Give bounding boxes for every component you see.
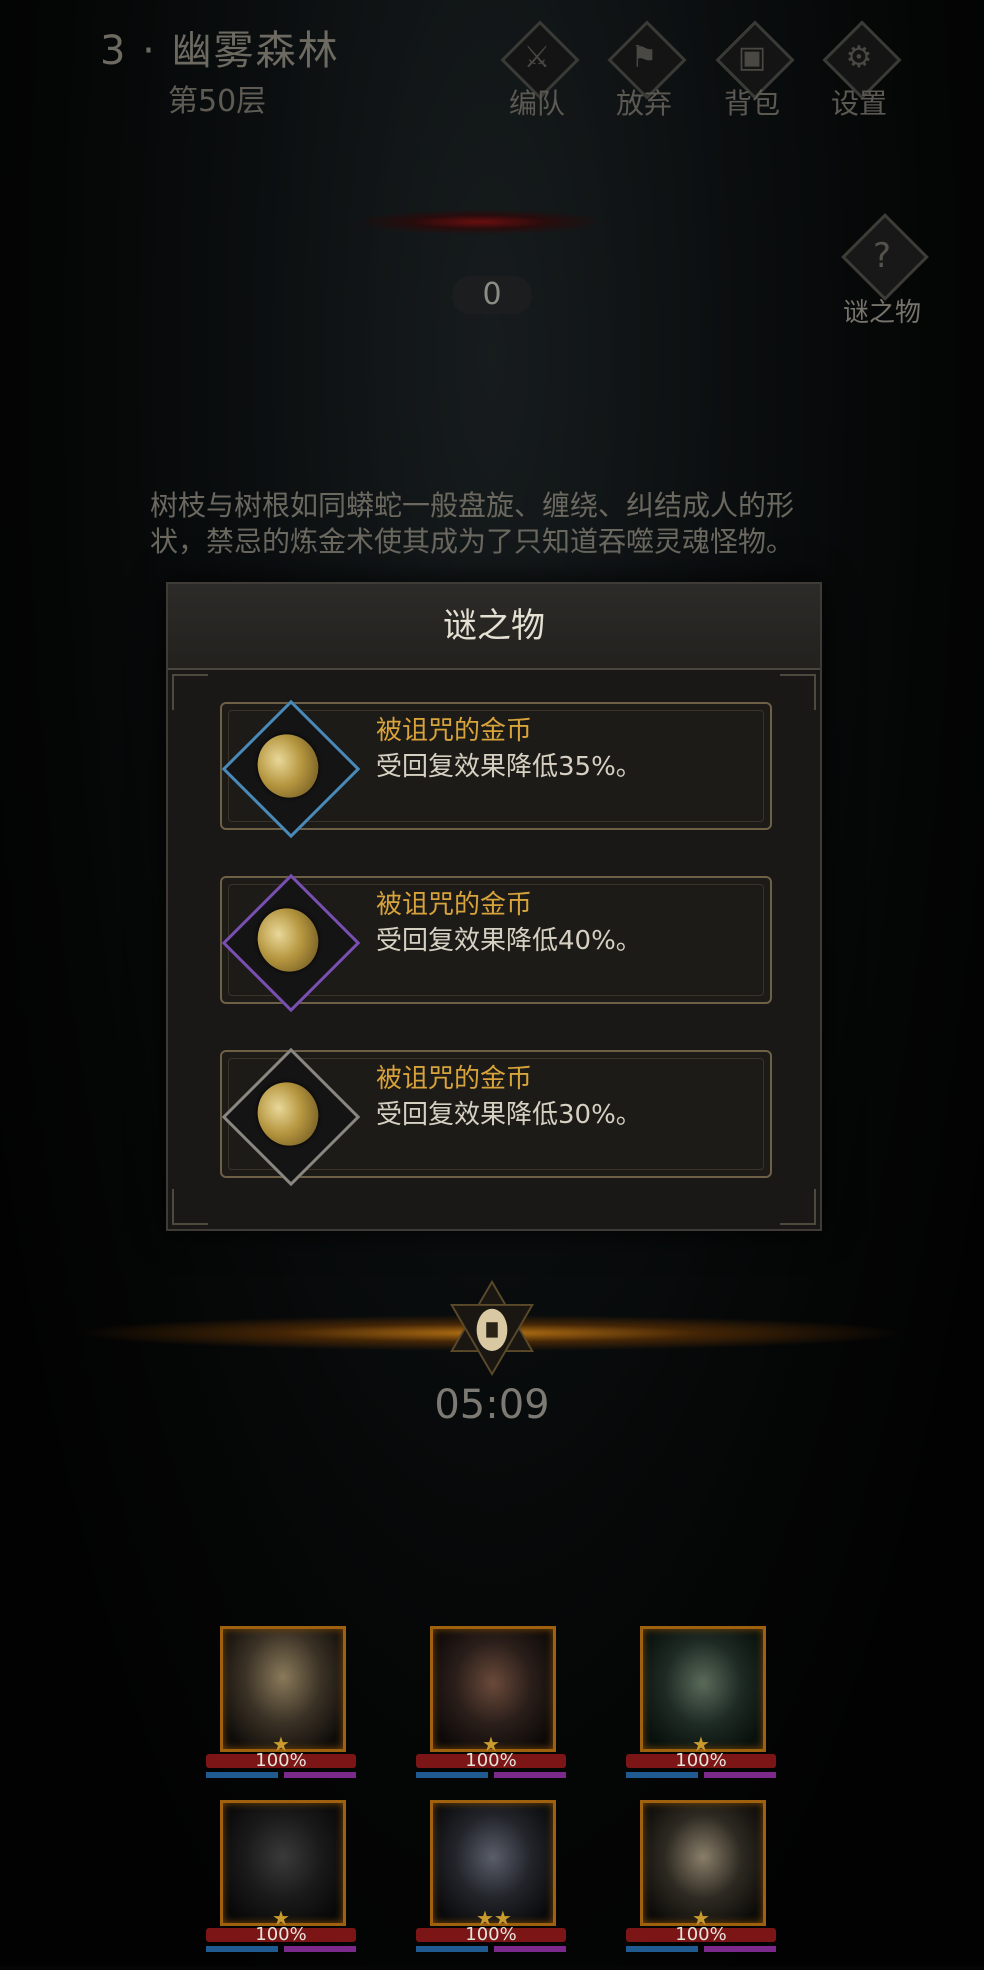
hero-slot-6[interactable]: 100% ★ (626, 1800, 776, 1970)
item-name: 被诅咒的金币 (376, 890, 533, 920)
item-name: 被诅咒的金币 (376, 1064, 533, 1094)
stage-title: 3 · 幽雾森林 (100, 28, 340, 74)
mystery-items-dialog: 谜之物 被诅咒的金币 受回复效果降低35%。 被诅咒的金币 受回复效果降低40%… (166, 582, 822, 1231)
corner-ornament (172, 674, 208, 710)
item-option-1[interactable]: 被诅咒的金币 受回复效果降低35%。 (220, 699, 772, 839)
score-counter: 0 (452, 276, 532, 314)
team-button[interactable]: ⚔ 编队 (490, 20, 580, 122)
corner-ornament (780, 674, 816, 710)
corner-ornament (780, 1189, 816, 1225)
star-icon: ★ (272, 1732, 290, 1756)
item-description: 受回复效果降低30%。 (376, 1100, 642, 1130)
item-description: 受回复效果降低35%。 (376, 752, 642, 782)
item-description: 受回复效果降低40%。 (376, 926, 642, 956)
hero-slot-3[interactable]: 100% ★ (626, 1626, 776, 1796)
star-icon: ★★ (476, 1906, 512, 1930)
item-name: 被诅咒的金币 (376, 716, 533, 746)
star-icon: ★ (692, 1732, 710, 1756)
item-option-3[interactable]: 被诅咒的金币 受回复效果降低30%。 (220, 1047, 772, 1187)
hero-slot-4[interactable]: 100% ★ (206, 1800, 356, 1970)
star-icon: ★ (272, 1906, 290, 1930)
boss-marker-glow (360, 210, 600, 234)
hero-slot-2[interactable]: 100% ★ (416, 1626, 566, 1796)
settings-button[interactable]: ⚙ 设置 (812, 20, 902, 122)
hourglass-emblem-icon (450, 1280, 534, 1376)
floor-label: 第50层 (168, 84, 267, 119)
story-text: 树枝与树根如同蟒蛇一般盘旋、缠绕、纠结成人的形状，禁忌的炼金术使其成为了只知道吞… (150, 489, 795, 558)
hero-slot-5[interactable]: 100% ★★ (416, 1800, 566, 1970)
bag-button[interactable]: ▣ 背包 (705, 20, 795, 122)
corner-ornament (172, 1189, 208, 1225)
abandon-button[interactable]: ⚑ 放弃 (597, 20, 687, 122)
star-icon: ★ (482, 1732, 500, 1756)
countdown-timer: 05:09 (434, 1382, 550, 1428)
item-option-2[interactable]: 被诅咒的金币 受回复效果降低40%。 (220, 873, 772, 1013)
dialog-title: 谜之物 (168, 584, 820, 670)
hero-slot-1[interactable]: 100% ★ (206, 1626, 356, 1796)
star-icon: ★ (692, 1906, 710, 1930)
mystery-items-button[interactable]: ? 谜之物 (830, 213, 930, 330)
